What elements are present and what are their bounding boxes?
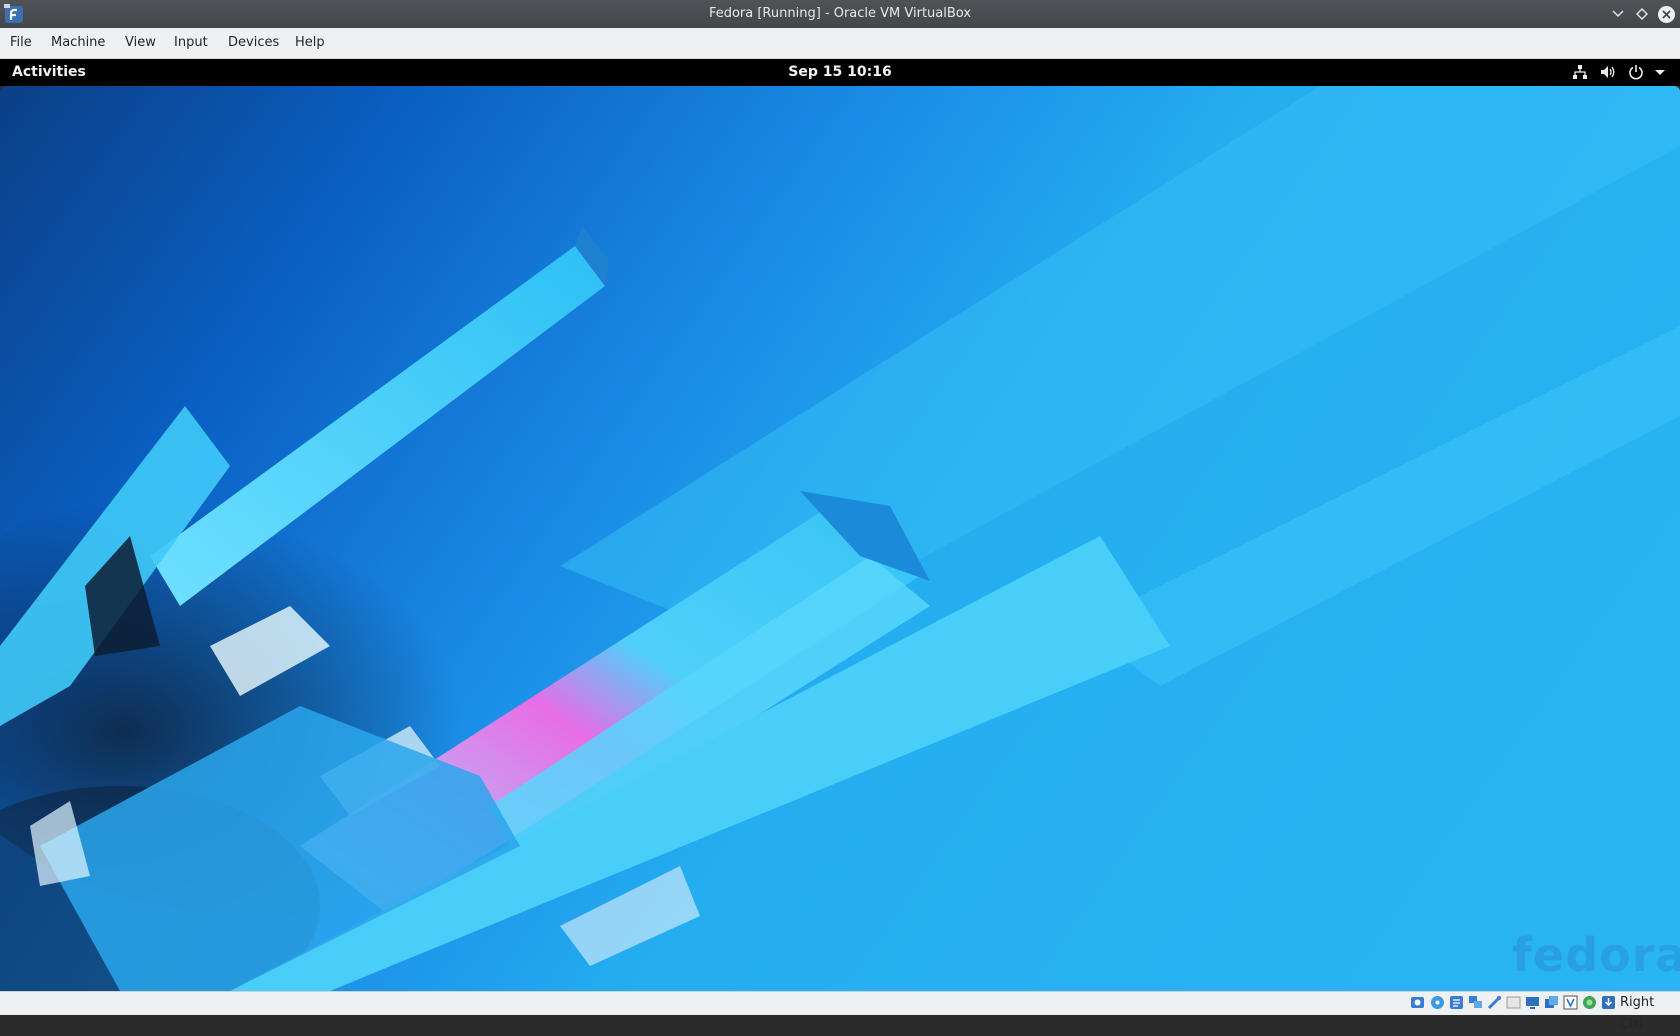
window-titlebar: Fedora [Running] - Oracle VM VirtualBox (0, 0, 1680, 28)
window-title: Fedora [Running] - Oracle VM VirtualBox (708, 6, 972, 21)
menu-view[interactable]: View (119, 28, 162, 58)
vbox-statusbar: Right Ctrl (0, 991, 1680, 1032)
maximize-button[interactable] (1632, 4, 1652, 24)
menu-devices[interactable]: Devices (222, 28, 285, 58)
usb-icon[interactable] (1487, 995, 1502, 1010)
gnome-topbar: Activities Sep 15 10:16 (0, 59, 1680, 86)
menu-machine[interactable]: Machine (45, 28, 111, 58)
diamond-icon (1636, 8, 1648, 20)
volume-icon[interactable] (1600, 64, 1616, 80)
host-key-label: Right Ctrl (1620, 995, 1655, 1032)
wallpaper-art (0, 86, 1680, 991)
clock-button[interactable]: Sep 15 10:16 (0, 59, 1680, 86)
minimize-button[interactable] (1608, 4, 1628, 24)
keyboard-icon[interactable] (1601, 995, 1616, 1010)
vbox-menubar: File Machine View Input Devices Help (0, 28, 1680, 59)
chevron-down-icon (1612, 10, 1624, 18)
display-icon[interactable] (1525, 995, 1540, 1010)
close-icon (1657, 5, 1675, 23)
power-icon[interactable] (1628, 64, 1644, 80)
optical-drive-icon[interactable] (1430, 995, 1445, 1010)
recording-icon[interactable] (1563, 995, 1578, 1010)
video-capture-icon[interactable] (1544, 995, 1559, 1010)
shared-folders-icon[interactable] (1506, 995, 1521, 1010)
desktop-wallpaper[interactable]: fedora (0, 86, 1680, 991)
fedora-watermark: fedora (1512, 928, 1680, 982)
close-button[interactable] (1656, 4, 1676, 24)
dropdown-arrow-icon[interactable] (1652, 64, 1668, 80)
hard-disk-icon[interactable] (1410, 995, 1425, 1010)
network-icon[interactable] (1572, 64, 1588, 80)
menu-input[interactable]: Input (168, 28, 214, 58)
virtualization-icon[interactable] (1582, 995, 1597, 1010)
menu-file[interactable]: File (4, 28, 38, 58)
network-status-icon[interactable] (1468, 995, 1483, 1010)
audio-icon[interactable] (1449, 995, 1464, 1010)
menu-help[interactable]: Help (289, 28, 331, 58)
